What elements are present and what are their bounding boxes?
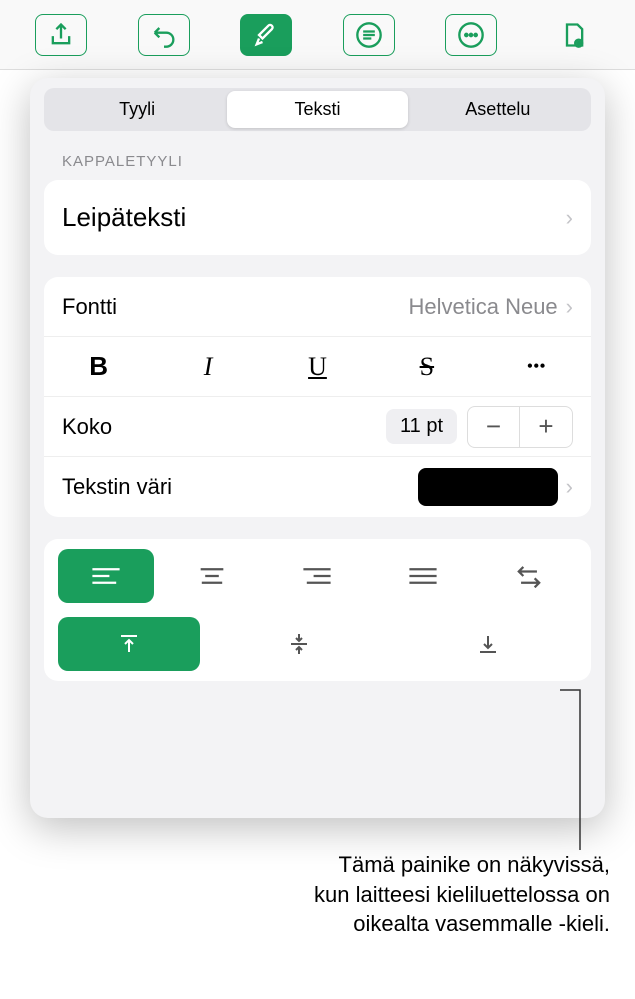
align-left-button[interactable]: [58, 549, 154, 603]
insert-button[interactable]: [343, 14, 395, 56]
more-button[interactable]: [445, 14, 497, 56]
format-brush-button[interactable]: [240, 14, 292, 56]
rtl-arrows-icon: [512, 564, 546, 588]
italic-button[interactable]: I: [178, 352, 238, 382]
size-increase-button[interactable]: +: [520, 407, 572, 447]
align-right-button[interactable]: [270, 549, 366, 603]
size-decrease-button[interactable]: −: [468, 407, 520, 447]
align-justify-icon: [406, 564, 440, 588]
document-eye-icon: [560, 21, 588, 49]
undo-icon: [150, 21, 178, 49]
size-stepper: − +: [467, 406, 573, 448]
chevron-right-icon: ›: [566, 205, 573, 231]
text-color-row[interactable]: Tekstin väri ›: [44, 457, 591, 517]
align-right-icon: [300, 564, 334, 588]
top-toolbar: [0, 0, 635, 70]
valign-middle-icon: [282, 632, 316, 656]
valign-bottom-icon: [471, 632, 505, 656]
align-center-button[interactable]: [164, 549, 260, 603]
callout-caption: Tämä painike on näkyvissä, kun laitteesi…: [100, 850, 610, 939]
alignment-card: [44, 539, 591, 681]
size-row: Koko 11 pt − +: [44, 397, 591, 457]
text-lines-icon: [355, 21, 383, 49]
caption-line-1: Tämä painike on näkyvissä,: [100, 850, 610, 880]
underline-button[interactable]: U: [287, 352, 347, 382]
align-justify-button[interactable]: [375, 549, 471, 603]
valign-middle-button[interactable]: [210, 617, 389, 671]
share-icon: [47, 21, 75, 49]
share-button[interactable]: [35, 14, 87, 56]
format-tabs: Tyyli Teksti Asettelu: [44, 88, 591, 131]
text-format-row: B I U S •••: [44, 337, 591, 397]
strikethrough-button[interactable]: S: [397, 352, 457, 382]
paragraph-style-card[interactable]: Leipäteksti ›: [44, 180, 591, 255]
chevron-right-icon: ›: [566, 294, 573, 320]
font-card: Fontti Helvetica Neue › B I U S ••• Koko…: [44, 277, 591, 517]
align-center-icon: [195, 564, 229, 588]
format-popover: Tyyli Teksti Asettelu KAPPALETYYLI Leipä…: [30, 78, 605, 818]
tab-style[interactable]: Tyyli: [47, 91, 227, 128]
document-view-button[interactable]: [548, 14, 600, 56]
more-format-button[interactable]: •••: [506, 356, 566, 377]
rtl-direction-button[interactable]: [481, 549, 577, 603]
bold-button[interactable]: B: [69, 351, 129, 382]
chevron-right-icon: ›: [566, 474, 573, 500]
font-value: Helvetica Neue: [408, 294, 557, 320]
brush-icon: [252, 21, 280, 49]
paragraph-style-section-label: KAPPALETYYLI: [44, 153, 591, 180]
text-color-label: Tekstin väri: [62, 474, 418, 500]
paragraph-style-value: Leipäteksti: [62, 202, 566, 233]
caption-line-2: kun laitteesi kieliluettelossa on: [100, 880, 610, 910]
font-label: Fontti: [62, 294, 408, 320]
tab-text[interactable]: Teksti: [227, 91, 407, 128]
font-row[interactable]: Fontti Helvetica Neue ›: [44, 277, 591, 337]
caption-line-3: oikealta vasemmalle -kieli.: [100, 909, 610, 939]
size-value[interactable]: 11 pt: [386, 409, 457, 444]
ellipsis-circle-icon: [457, 21, 485, 49]
valign-top-button[interactable]: [58, 617, 200, 671]
valign-bottom-button[interactable]: [399, 617, 578, 671]
valign-top-icon: [112, 632, 146, 656]
size-label: Koko: [62, 414, 386, 440]
align-left-icon: [89, 564, 123, 588]
undo-button[interactable]: [138, 14, 190, 56]
tab-layout[interactable]: Asettelu: [408, 91, 588, 128]
text-color-swatch[interactable]: [418, 468, 558, 506]
